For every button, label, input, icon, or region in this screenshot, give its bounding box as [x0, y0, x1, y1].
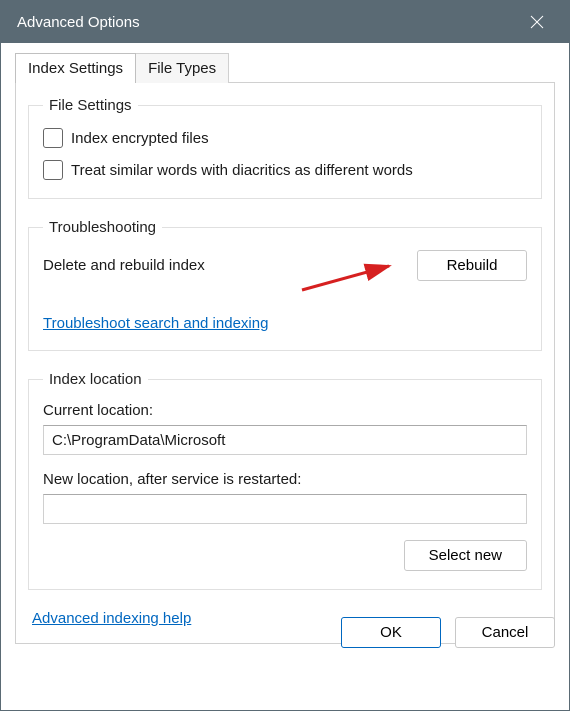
rebuild-button[interactable]: Rebuild — [417, 250, 527, 281]
file-settings-group: File Settings Index encrypted files Trea… — [28, 97, 542, 199]
tabs: Index Settings File Types — [15, 53, 555, 83]
diacritics-label: Treat similar words with diacritics as d… — [71, 162, 413, 179]
current-location-value: C:\ProgramData\Microsoft — [43, 425, 527, 455]
ok-button[interactable]: OK — [341, 617, 441, 648]
new-location-label: New location, after service is restarted… — [43, 471, 527, 488]
cancel-button[interactable]: Cancel — [455, 617, 555, 648]
titlebar: Advanced Options — [1, 1, 569, 43]
file-settings-legend: File Settings — [43, 97, 138, 114]
arrow-annotation — [297, 260, 397, 294]
index-encrypted-label: Index encrypted files — [71, 130, 209, 147]
index-location-legend: Index location — [43, 371, 148, 388]
dialog-footer: OK Cancel — [341, 617, 555, 648]
tab-panel: File Settings Index encrypted files Trea… — [15, 82, 555, 644]
current-location-label: Current location: — [43, 402, 527, 419]
troubleshoot-link[interactable]: Troubleshoot search and indexing — [43, 315, 268, 332]
select-new-button[interactable]: Select new — [404, 540, 527, 571]
window-title: Advanced Options — [17, 14, 140, 31]
delete-rebuild-label: Delete and rebuild index — [43, 257, 205, 274]
close-icon — [530, 15, 544, 29]
troubleshooting-group: Troubleshooting Delete and rebuild index… — [28, 219, 542, 351]
troubleshooting-legend: Troubleshooting — [43, 219, 162, 236]
index-encrypted-row[interactable]: Index encrypted files — [43, 128, 527, 148]
tab-file-types[interactable]: File Types — [136, 53, 229, 83]
close-button[interactable] — [517, 2, 557, 42]
tab-index-settings[interactable]: Index Settings — [15, 53, 136, 83]
index-encrypted-checkbox[interactable] — [43, 128, 63, 148]
diacritics-checkbox[interactable] — [43, 160, 63, 180]
advanced-help-link[interactable]: Advanced indexing help — [32, 610, 191, 627]
diacritics-row[interactable]: Treat similar words with diacritics as d… — [43, 160, 527, 180]
index-location-group: Index location Current location: C:\Prog… — [28, 371, 542, 590]
new-location-value — [43, 494, 527, 524]
